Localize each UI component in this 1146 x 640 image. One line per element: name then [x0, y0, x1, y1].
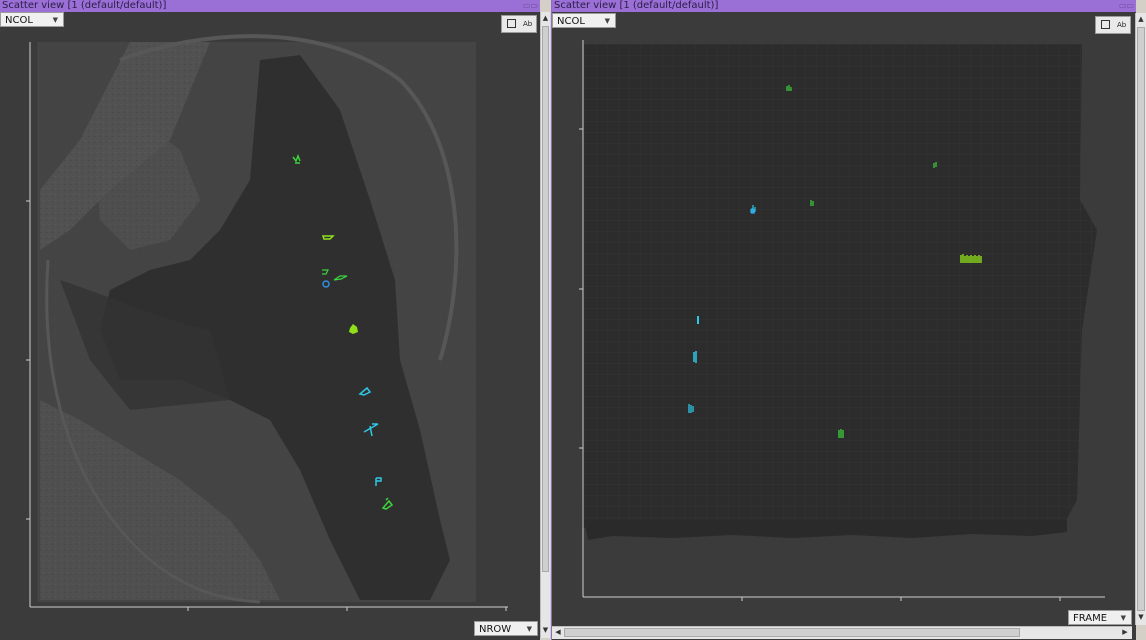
scroll-up-icon[interactable]: ▲ [1136, 15, 1146, 23]
left-vertical-scrollbar[interactable]: ▲ ▼ [540, 12, 550, 638]
cluster-11 [838, 429, 844, 438]
scroll-down-icon[interactable]: ▼ [541, 626, 550, 634]
density-background [37, 34, 476, 604]
y-axis-selector-value: NROW [479, 624, 512, 635]
horizontal-scrollbar[interactable]: ◀ ▶ [552, 626, 1132, 639]
scroll-right-icon[interactable]: ▶ [1120, 628, 1130, 636]
scroll-down-icon[interactable]: ▼ [1136, 613, 1146, 621]
right-vertical-scrollbar[interactable]: ▲ ▼ [1135, 13, 1146, 625]
scrollbar-thumb[interactable] [564, 628, 1020, 637]
scrollbar-thumb[interactable] [1137, 27, 1145, 611]
density-background [582, 44, 1097, 540]
scatter-plot-right[interactable] [552, 0, 1136, 640]
chevron-down-icon: ▼ [526, 625, 532, 633]
y-axis-selector[interactable]: NROW ▼ [474, 621, 538, 636]
y-axis-selector-value: FRAME [1073, 613, 1108, 624]
scroll-left-icon[interactable]: ◀ [553, 628, 563, 636]
scroll-up-icon[interactable]: ▲ [541, 14, 550, 22]
scatter-plot-left[interactable] [0, 0, 540, 640]
scrollbar-thumb[interactable] [542, 26, 549, 572]
y-axis-selector[interactable]: FRAME ▼ [1068, 610, 1132, 625]
chevron-down-icon: ▼ [1120, 614, 1126, 622]
scatter-view-right: Scatter view [1 (default/default)] ▭▭ NC… [551, 0, 1136, 640]
scatter-view-left: Scatter view [1 (default/default)] ▭▭ NC… [0, 0, 540, 640]
